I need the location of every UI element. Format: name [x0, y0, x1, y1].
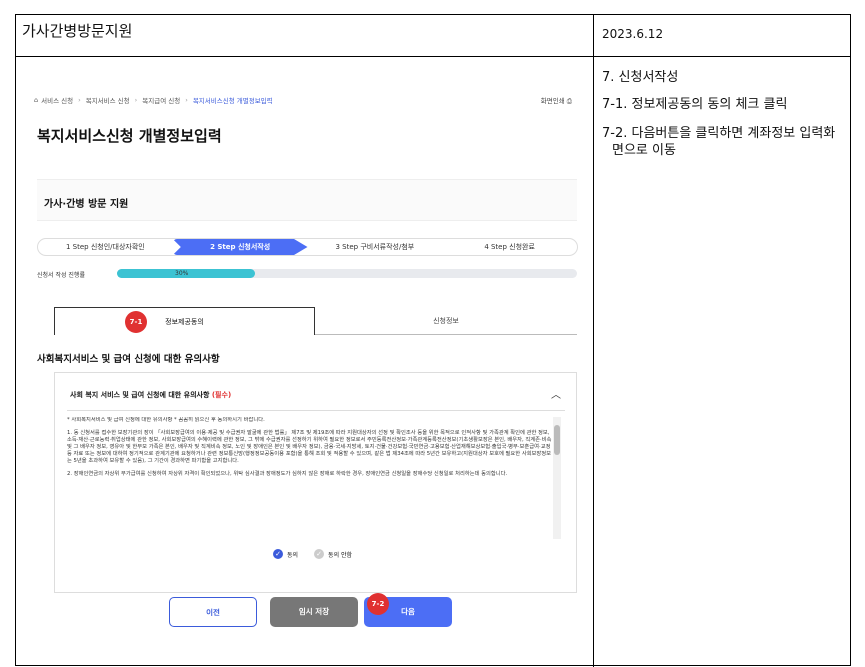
- terms-paragraph: * 사회복지서비스 및 급여 신청에 대한 유의사항 * 꼼꼼히 읽으신 후 동…: [67, 417, 265, 423]
- scroll-thumb[interactable]: [554, 425, 560, 455]
- section-title: 사회복지서비스 및 급여 신청에 대한 유의사항: [37, 354, 220, 365]
- step-4: 4 Step 신청완료: [484, 243, 535, 251]
- agree-radio[interactable]: ✓ 동의: [273, 549, 298, 559]
- progress-percent: 30%: [175, 270, 189, 277]
- step-1: 1 Step 신청인/대상자확인: [66, 243, 145, 251]
- home-icon[interactable]: ⌂: [34, 96, 38, 104]
- print-label: 화면인쇄: [540, 97, 565, 105]
- terms-paragraph: 2. 장애인연금의 자상위 부가급여를 신청하여 자상위 자격이 확인되었으나,…: [67, 471, 508, 477]
- agree-label: 동의: [287, 551, 299, 559]
- step-2-active: 2 Step 신청서작성: [172, 239, 308, 255]
- temp-save-button[interactable]: 임시 저장: [270, 597, 358, 627]
- terms-scrollbar[interactable]: [553, 417, 561, 539]
- disagree-radio[interactable]: ✓ 동의 안함: [314, 549, 352, 559]
- document-date: 2023.6.12: [602, 27, 664, 41]
- tab-application-info[interactable]: 신청정보: [315, 307, 577, 335]
- instruction-notes: 7. 신청서작성 7-1. 정보제공동의 동의 체크 클릭 7-2. 다음버튼을…: [602, 69, 846, 171]
- document-title: 가사간병방문지원: [22, 22, 133, 40]
- document-frame: 가사간병방문지원 2023.6.12 7. 신청서작성 7-1. 정보제공동의 …: [15, 14, 851, 667]
- panel-title: 사회 복지 서비스 및 급여 신청에 대한 유의사항 (필수): [70, 390, 231, 400]
- disagree-label: 동의 안함: [328, 551, 353, 559]
- step-indicator: 1 Step 신청인/대상자확인 2 Step 신청서작성 3 Step 구비서…: [37, 238, 578, 256]
- required-mark: (필수): [211, 391, 232, 399]
- progress-label: 신청서 작성 진행률: [37, 272, 85, 279]
- button-row: 이전 임시 저장 다음 7-2: [169, 593, 452, 627]
- note-step-7: 7. 신청서작성: [602, 70, 679, 85]
- check-icon: ✓: [273, 549, 283, 559]
- note-step-7-1: 7-1. 정보제공동의 동의 체크 클릭: [602, 97, 788, 112]
- page-title: 복지서비스신청 개별정보입력: [37, 127, 222, 145]
- tab-consent-label: 정보제공동의: [165, 318, 204, 326]
- notice-panel: 사회 복지 서비스 및 급여 신청에 대한 유의사항 (필수) ︿ * 사회복지…: [54, 372, 577, 593]
- chevron-right-icon: ›: [78, 96, 81, 104]
- progress-fill: 30%: [117, 269, 255, 278]
- breadcrumb: ⌂ 서비스 신청 › 복지서비스 신청 › 복지급여 신청 › 복지서비스신청 …: [34, 95, 589, 105]
- row-divider: [16, 56, 851, 57]
- callout-badge-7-2: 7-2: [367, 593, 389, 615]
- callout-badge-7-1: 7-1: [125, 311, 147, 333]
- tab-application-info-label: 신청정보: [433, 317, 459, 325]
- tab-consent[interactable]: 7-1 정보제공동의: [54, 307, 315, 335]
- column-divider: [593, 15, 594, 667]
- step-3: 3 Step 구비서류작성/첨부: [335, 243, 415, 251]
- breadcrumb-item[interactable]: 복지급여 신청: [142, 95, 180, 105]
- breadcrumb-item[interactable]: 서비스 신청: [41, 95, 73, 105]
- terms-paragraph: 1. 동 신청서를 접수한 보장기관의 장이 「사회보장급여의 이용·제공 및 …: [67, 430, 552, 464]
- chevron-right-icon: ›: [185, 96, 188, 104]
- panel-title-text: 사회 복지 서비스 및 급여 신청에 대한 유의사항: [70, 391, 210, 399]
- prev-button[interactable]: 이전: [169, 597, 257, 627]
- terms-text: * 사회복지서비스 및 급여 신청에 대한 유의사항 * 꼼꼼히 읽으신 후 동…: [67, 417, 552, 539]
- chevron-up-icon[interactable]: ︿: [551, 386, 561, 401]
- service-name: 가사·간병 방문 지원: [44, 199, 129, 210]
- breadcrumb-current: 복지서비스신청 개별정보입력: [192, 97, 273, 105]
- progress-bar: 30%: [117, 269, 577, 278]
- tab-bar: 7-1 정보제공동의 신청정보: [54, 307, 577, 335]
- print-button[interactable]: 화면인쇄 ⎙: [541, 95, 572, 106]
- printer-icon: ⎙: [566, 97, 572, 105]
- breadcrumb-item[interactable]: 복지서비스 신청: [86, 95, 130, 105]
- consent-options: ✓ 동의 ✓ 동의 안함: [273, 549, 352, 559]
- chevron-right-icon: ›: [134, 96, 138, 104]
- check-icon: ✓: [314, 549, 325, 559]
- screenshot-area: ⌂ 서비스 신청 › 복지서비스 신청 › 복지급여 신청 › 복지서비스신청 …: [34, 95, 590, 635]
- divider: [67, 410, 565, 411]
- note-step-7-2: 7-2. 다음버튼을 클릭하면 계좌정보 입력화면으로 이동: [602, 126, 836, 158]
